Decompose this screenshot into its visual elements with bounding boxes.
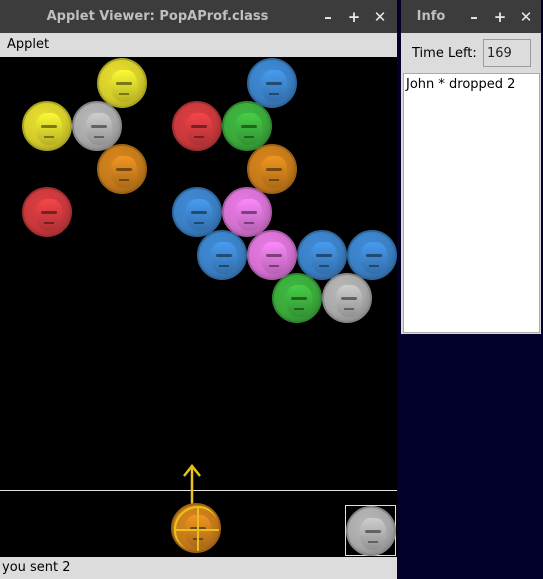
- face-mouth: [344, 308, 354, 310]
- face-mouth: [368, 541, 378, 543]
- bubble-green: [222, 101, 272, 151]
- face-mouth: [194, 136, 204, 138]
- menubar: Applet: [0, 33, 397, 57]
- professor-face-icon: [261, 156, 287, 188]
- face-eyes: [291, 297, 307, 300]
- face-mouth: [219, 265, 229, 267]
- face-eyes: [316, 254, 332, 257]
- face-eyes: [41, 211, 57, 214]
- professor-face-icon: [186, 113, 212, 145]
- log-line: John * dropped 2: [406, 77, 516, 92]
- shooter-bubble[interactable]: [171, 503, 221, 553]
- face-mouth: [119, 179, 129, 181]
- bubble-green: [272, 273, 322, 323]
- applet-titlebar[interactable]: Applet Viewer: PopAProf.class – + ✕: [0, 0, 397, 33]
- professor-face-icon: [211, 242, 237, 274]
- bubble-yellow: [22, 101, 72, 151]
- applet-viewer-window: Applet Viewer: PopAProf.class – + ✕ Appl…: [0, 0, 397, 579]
- face-eyes: [241, 125, 257, 128]
- bubble-yellow: [97, 58, 147, 108]
- professor-face-icon: [311, 242, 337, 274]
- maximize-icon[interactable]: +: [487, 8, 513, 26]
- time-left-field: 169: [483, 39, 531, 67]
- face-mouth: [244, 136, 254, 138]
- bubble-blue: [297, 230, 347, 280]
- face-eyes: [266, 82, 282, 85]
- face-mouth: [119, 93, 129, 95]
- crosshair-icon: [174, 506, 219, 551]
- face-mouth: [44, 222, 54, 224]
- face-mouth: [269, 265, 279, 267]
- bubble-pink: [247, 230, 297, 280]
- bubble-orange: [97, 144, 147, 194]
- info-title: Info: [416, 9, 446, 24]
- professor-face-icon: [86, 113, 112, 145]
- bubble-blue: [172, 187, 222, 237]
- face-eyes: [341, 297, 357, 300]
- bubble-red: [172, 101, 222, 151]
- face-eyes: [41, 125, 57, 128]
- face-eyes: [191, 125, 207, 128]
- next-bubble-preview: [345, 505, 396, 556]
- close-icon[interactable]: ✕: [367, 8, 393, 26]
- bubble-blue: [347, 230, 397, 280]
- face-eyes: [116, 82, 132, 85]
- minimize-icon[interactable]: –: [315, 8, 341, 26]
- maximize-icon[interactable]: +: [341, 8, 367, 26]
- status-text: you sent 2: [2, 560, 71, 575]
- professor-face-icon: [261, 70, 287, 102]
- professor-face-icon: [186, 199, 212, 231]
- applet-title: Applet Viewer: PopAProf.class: [46, 9, 269, 24]
- face-eyes: [91, 125, 107, 128]
- face-mouth: [44, 136, 54, 138]
- bubble-gray: [72, 101, 122, 151]
- face-eyes: [191, 211, 207, 214]
- next-bubble: [346, 506, 396, 556]
- bubble-orange: [247, 144, 297, 194]
- face-eyes: [266, 168, 282, 171]
- face-mouth: [94, 136, 104, 138]
- professor-face-icon: [360, 518, 386, 550]
- bubble-pink: [222, 187, 272, 237]
- face-eyes: [266, 254, 282, 257]
- professor-face-icon: [111, 70, 137, 102]
- face-mouth: [244, 222, 254, 224]
- face-eyes: [116, 168, 132, 171]
- professor-face-icon: [236, 113, 262, 145]
- professor-face-icon: [261, 242, 287, 274]
- professor-face-icon: [361, 242, 387, 274]
- bubble-blue: [247, 58, 297, 108]
- professor-face-icon: [36, 199, 62, 231]
- face-eyes: [365, 530, 381, 533]
- face-eyes: [216, 254, 232, 257]
- professor-face-icon: [111, 156, 137, 188]
- face-mouth: [269, 179, 279, 181]
- face-mouth: [369, 265, 379, 267]
- bubble-gray: [322, 273, 372, 323]
- info-window: Info – + ✕ Time Left: 169 John * dropped…: [401, 0, 541, 334]
- info-titlebar[interactable]: Info – + ✕: [401, 0, 541, 33]
- professor-face-icon: [236, 199, 262, 231]
- face-mouth: [269, 93, 279, 95]
- bubble-red: [22, 187, 72, 237]
- face-eyes: [366, 254, 382, 257]
- time-left-label: Time Left:: [412, 46, 477, 61]
- event-log[interactable]: John * dropped 2: [403, 73, 540, 333]
- professor-face-icon: [286, 285, 312, 317]
- face-mouth: [319, 265, 329, 267]
- face-eyes: [241, 211, 257, 214]
- bubble-blue: [197, 230, 247, 280]
- face-mouth: [294, 308, 304, 310]
- status-bar: you sent 2: [0, 557, 397, 579]
- minimize-icon[interactable]: –: [461, 8, 487, 26]
- close-icon[interactable]: ✕: [513, 8, 539, 26]
- applet-menu[interactable]: Applet: [7, 37, 49, 52]
- game-board[interactable]: [0, 57, 397, 557]
- professor-face-icon: [36, 113, 62, 145]
- face-mouth: [194, 222, 204, 224]
- professor-face-icon: [336, 285, 362, 317]
